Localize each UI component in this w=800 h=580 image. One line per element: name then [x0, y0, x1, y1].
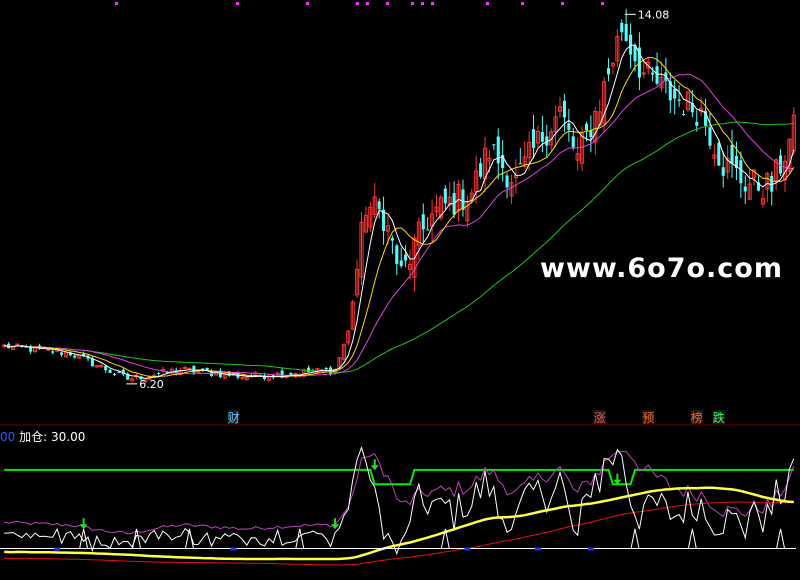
candle-body-down: [730, 144, 734, 165]
candle-body-down: [443, 188, 447, 204]
candle-body-up: [183, 366, 188, 369]
high-price-label: 14.08: [638, 8, 670, 21]
top-marker-dot: [521, 2, 524, 5]
indicator-name: 加仓:: [19, 430, 48, 444]
candle-body-down: [426, 229, 430, 231]
candle-body-down: [571, 136, 575, 148]
candle-body-down: [620, 22, 624, 33]
candle-body-down: [157, 372, 161, 374]
candle-body-down: [717, 142, 721, 166]
candle-body-down: [51, 351, 55, 353]
candle-body-down: [421, 214, 425, 230]
watermark: www.6o7o.com: [540, 253, 783, 284]
candle-body-down: [721, 167, 725, 176]
top-marker-dot: [411, 2, 414, 5]
top-marker-dot: [386, 2, 389, 5]
candle-body-down: [390, 237, 394, 241]
indicator-blue-mark: [54, 547, 61, 551]
event-marker-157: 榜: [691, 410, 703, 425]
indicator-prefix: 00: [0, 430, 16, 444]
low-price-label: 6.20: [139, 378, 164, 391]
event-marker-52: 财: [228, 411, 240, 425]
candle-body-down: [492, 144, 496, 146]
buy-arrow-head: [331, 524, 340, 530]
candle-body-down: [584, 123, 589, 131]
candle-body-down: [112, 373, 117, 375]
indicator-blue-mark: [587, 547, 594, 551]
candle-body-down: [73, 355, 77, 358]
indicator-spike: [630, 528, 640, 549]
candle-body-down: [739, 160, 743, 184]
ma10-line: [4, 57, 795, 378]
candle-body-down: [461, 189, 465, 210]
candle-body-down: [624, 23, 628, 41]
indicator-blue-mark: [534, 547, 541, 551]
candle-body-down: [562, 100, 566, 118]
top-marker-dot: [306, 2, 309, 5]
candle-body-down: [589, 130, 593, 138]
candle-body-down: [695, 122, 699, 126]
top-marker-dot: [356, 2, 359, 5]
candle-body-down: [606, 68, 611, 75]
candle-body-down: [673, 88, 677, 99]
buy-arrow-head: [370, 465, 379, 471]
candle-body-up: [196, 370, 201, 373]
candle-body-up: [99, 365, 104, 368]
candle-body-down: [496, 136, 500, 164]
event-marker-162: 跌: [713, 410, 725, 425]
candle-body-down: [324, 367, 328, 370]
candlestick-chart[interactable]: 14.08 6.20 财 涨 预 榜跌: [0, 0, 800, 580]
candle-body-down: [770, 175, 774, 192]
candle-body-down: [399, 260, 403, 266]
indicator-header: 00 加仓: 30.00: [0, 428, 85, 445]
candle-body-down: [655, 66, 659, 84]
candle-body-down: [743, 186, 747, 192]
stock-chart-window: 14.08 6.20 财 涨 预 榜跌 www.6o7o.com 00 加仓: 30.00: [0, 0, 800, 580]
top-marker-dot: [601, 2, 604, 5]
candle-body-down: [104, 365, 108, 371]
candle-body-down: [567, 123, 571, 130]
candle-body-down: [479, 163, 483, 177]
candle-body-down: [540, 131, 544, 142]
indicator-purple-line: [4, 451, 795, 535]
top-marker-dot: [236, 2, 239, 5]
candle-body-down: [395, 245, 399, 265]
indicator-blue-mark: [230, 547, 237, 551]
top-marker-dot: [561, 2, 564, 5]
top-marker-dot: [486, 2, 489, 5]
candle-body-down: [60, 352, 64, 355]
candle-body-down: [518, 163, 522, 165]
candle-body-down: [108, 369, 112, 373]
top-marker-dot: [421, 2, 424, 5]
indicator-blue-mark: [464, 547, 471, 551]
candle-body-down: [629, 34, 633, 55]
candle-body-up: [641, 72, 646, 75]
candle-body-up: [240, 376, 245, 379]
candle-body-down: [681, 113, 686, 115]
candle-body-down: [708, 127, 712, 146]
candle-body-down: [377, 201, 381, 210]
candle-body-down: [289, 373, 293, 375]
indicator-green-line: [4, 468, 794, 486]
candle-body-down: [651, 72, 655, 75]
candle-body-down: [677, 99, 681, 101]
candle-body-down: [531, 129, 536, 148]
candle-body-down: [505, 175, 509, 188]
indicator-spike: [776, 528, 786, 549]
candle-body-up: [15, 343, 20, 346]
top-marker-dot: [115, 2, 118, 5]
event-marker-135: 涨: [594, 410, 606, 425]
candle-body-down: [307, 367, 311, 373]
indicator-value: 30.00: [50, 430, 86, 444]
ma60-line: [4, 121, 794, 373]
indicator-spike: [687, 528, 697, 549]
event-marker-146: 预: [642, 411, 654, 425]
candle-body-down: [404, 254, 408, 261]
top-marker-dot: [431, 2, 434, 5]
top-marker-dot: [366, 2, 369, 5]
ma20-line: [4, 73, 794, 377]
